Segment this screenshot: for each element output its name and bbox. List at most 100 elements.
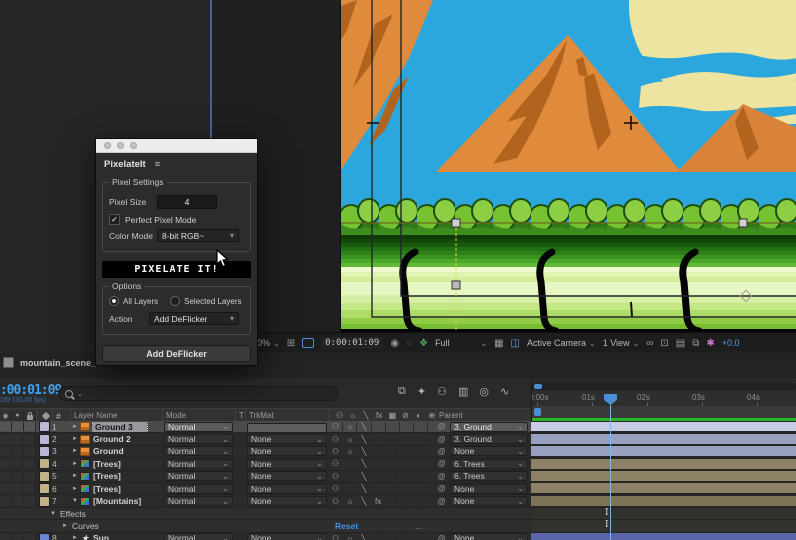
expand-arrow-icon[interactable]: ► bbox=[70, 461, 80, 467]
layer-duration-bar[interactable] bbox=[531, 533, 796, 540]
effects-switch[interactable]: fx bbox=[372, 496, 386, 506]
track-area[interactable]: I bbox=[531, 520, 796, 531]
expand-arrow-icon[interactable]: ▼ bbox=[70, 498, 80, 504]
video-column-icon[interactable]: ◉ bbox=[0, 411, 12, 421]
trkmat-dropdown[interactable]: None⌄ bbox=[245, 496, 329, 506]
quality-switch[interactable]: ╲ bbox=[357, 446, 371, 456]
label-color-swatch[interactable] bbox=[36, 446, 52, 457]
layer-duration-bar[interactable] bbox=[531, 422, 796, 432]
all-layers-radio[interactable] bbox=[109, 296, 119, 306]
frame-blending-icon[interactable]: ▥ bbox=[458, 385, 468, 398]
mode-dropdown[interactable]: Normal⌄ bbox=[162, 446, 235, 456]
audio-switch-cell[interactable] bbox=[12, 534, 24, 540]
draft-3d-icon[interactable]: ✦ bbox=[417, 385, 426, 398]
video-switch-cell[interactable] bbox=[0, 435, 12, 444]
video-switch-cell[interactable] bbox=[0, 497, 12, 506]
track-area[interactable] bbox=[531, 471, 796, 482]
effects-switch[interactable] bbox=[372, 434, 386, 444]
table-row[interactable]: 5 ► [Trees] Normal⌄ None⌄ ⚇╲ @6. Trees⌄ bbox=[0, 471, 796, 483]
collapse-switch[interactable] bbox=[343, 459, 357, 469]
hide-shy-layers-icon[interactable]: ⚇ bbox=[437, 385, 447, 398]
work-area-start-handle[interactable] bbox=[534, 408, 541, 416]
switch-cell[interactable] bbox=[386, 434, 400, 444]
reset-link[interactable]: Reset bbox=[335, 521, 358, 531]
parent-dropdown[interactable]: @None⌄ bbox=[435, 533, 533, 540]
audio-switch-cell[interactable] bbox=[12, 459, 24, 468]
shy-switch[interactable]: ⚇ bbox=[329, 496, 343, 506]
mode-dropdown[interactable]: Normal⌄ bbox=[162, 422, 235, 432]
view-count-dropdown[interactable]: 1 View⌄ bbox=[603, 338, 640, 348]
pickwhip-icon[interactable]: @ bbox=[435, 534, 448, 540]
layer-handle[interactable] bbox=[452, 219, 460, 227]
expand-arrow-icon[interactable]: ► bbox=[70, 535, 80, 540]
collapse-transformations-icon[interactable]: ☼ bbox=[346, 411, 359, 421]
layer-switches[interactable]: ⚇╲ bbox=[329, 471, 435, 481]
parent-dropdown[interactable]: @3. Ground⌄ bbox=[435, 422, 533, 432]
track-area[interactable] bbox=[531, 433, 796, 444]
video-switch-cell[interactable] bbox=[0, 459, 12, 468]
shy-switch[interactable]: ⚇ bbox=[329, 422, 343, 432]
pixelateit-panel[interactable]: PixelateIt ≡ Pixel Settings Pixel Size 4… bbox=[95, 138, 258, 366]
pickwhip-icon[interactable]: @ bbox=[435, 484, 448, 493]
show-snapshot-icon[interactable]: ○ bbox=[406, 338, 412, 349]
video-switch-cell[interactable] bbox=[0, 422, 12, 431]
panel-title-bar[interactable] bbox=[96, 139, 257, 153]
composition-mini-flowchart-icon[interactable]: ⧉ bbox=[398, 385, 406, 398]
shy-switch[interactable]: ⚇ bbox=[329, 471, 343, 481]
trkmat-dropdown[interactable]: None⌄ bbox=[245, 484, 329, 494]
mode-dropdown[interactable]: Normal⌄ bbox=[162, 533, 235, 540]
pickwhip-icon[interactable]: @ bbox=[435, 422, 448, 431]
preview-time[interactable]: 0:00:01:09 bbox=[321, 337, 383, 349]
collapse-switch[interactable]: ☼ bbox=[343, 446, 357, 456]
trkmat-dropdown[interactable]: ⌄ bbox=[245, 421, 329, 433]
collapse-switch[interactable] bbox=[343, 484, 357, 494]
resolution-dropdown[interactable]: Full⌄ bbox=[435, 338, 487, 348]
shy-switch[interactable]: ⚇ bbox=[329, 459, 343, 469]
layer-duration-bar[interactable] bbox=[531, 459, 796, 469]
trkmat-dropdown[interactable]: None⌄ bbox=[245, 459, 329, 469]
mode-dropdown[interactable]: Normal⌄ bbox=[162, 459, 235, 469]
exposure-control[interactable]: +0.0 bbox=[722, 338, 740, 348]
switch-cell[interactable] bbox=[400, 434, 414, 444]
layer-switches[interactable]: ⚇☼╲ bbox=[329, 434, 435, 444]
lock-switch-cell[interactable] bbox=[24, 447, 36, 456]
more-options[interactable]: ... bbox=[415, 521, 422, 531]
video-switch-cell[interactable] bbox=[0, 447, 12, 456]
shy-switch[interactable]: ⚇ bbox=[329, 484, 343, 494]
label-color-swatch[interactable] bbox=[36, 496, 52, 507]
switch-cell[interactable] bbox=[386, 471, 400, 481]
transparency-grid-icon[interactable]: ▦ bbox=[494, 338, 503, 349]
switch-cell[interactable] bbox=[414, 533, 428, 540]
expand-arrow-icon[interactable]: ► bbox=[70, 448, 80, 454]
label-color-swatch[interactable] bbox=[36, 458, 52, 469]
perfect-pixel-checkbox[interactable]: ✓ bbox=[109, 214, 120, 225]
switch-cell[interactable] bbox=[414, 459, 428, 469]
region-of-interest-icon[interactable] bbox=[302, 338, 314, 348]
mode-dropdown[interactable]: Normal⌄ bbox=[162, 496, 235, 506]
effects-switch[interactable] bbox=[372, 446, 386, 456]
audio-column-icon[interactable]: ● bbox=[12, 411, 24, 421]
collapse-switch[interactable]: ☼ bbox=[343, 533, 357, 540]
switch-cell[interactable] bbox=[386, 533, 400, 540]
table-row[interactable]: 2 ► Ground 2 Normal⌄ None⌄ ⚇☼╲ @3. Groun… bbox=[0, 433, 796, 445]
audio-switch-cell[interactable] bbox=[12, 422, 24, 431]
stereo-3d-icon[interactable]: ∞ bbox=[646, 338, 653, 349]
switch-cell[interactable] bbox=[386, 496, 400, 506]
track-area[interactable] bbox=[531, 446, 796, 457]
shy-icon[interactable]: ⚇ bbox=[333, 411, 346, 421]
video-switch-cell[interactable] bbox=[0, 484, 12, 493]
lock-switch-cell[interactable] bbox=[24, 472, 36, 481]
mode-dropdown[interactable]: Normal⌄ bbox=[162, 434, 235, 444]
search-options-chevron-icon[interactable]: ⌄ bbox=[77, 390, 83, 398]
effects-switch[interactable] bbox=[372, 484, 386, 494]
switch-cell[interactable] bbox=[400, 533, 414, 540]
track-area[interactable] bbox=[531, 483, 796, 494]
trkmat-dropdown[interactable]: None⌄ bbox=[245, 471, 329, 481]
parent-dropdown[interactable]: @None⌄ bbox=[435, 446, 533, 456]
expand-arrow-icon[interactable]: ► bbox=[70, 436, 80, 442]
pickwhip-icon[interactable]: @ bbox=[435, 447, 448, 456]
collapse-switch[interactable]: ☼ bbox=[343, 434, 357, 444]
playhead-line[interactable] bbox=[610, 405, 611, 540]
table-row[interactable]: 3 ► Ground Normal⌄ None⌄ ⚇☼╲ @None⌄ bbox=[0, 446, 796, 458]
switch-cell[interactable] bbox=[400, 422, 414, 432]
